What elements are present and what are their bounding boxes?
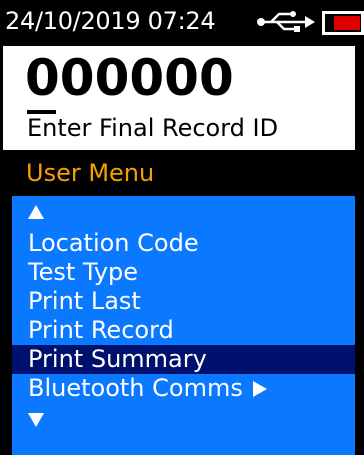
record-id-entry[interactable]: 000000 Enter Final Record ID <box>3 46 355 150</box>
menu-title: User Menu <box>26 159 155 187</box>
menu-item-label: Bluetooth Comms <box>28 374 243 402</box>
usb-icon <box>257 11 315 32</box>
menu-list: Location Code Test Type Print Last Print… <box>12 196 355 455</box>
record-id-value[interactable]: 000000 <box>25 49 234 107</box>
menu-item-test-type[interactable]: Test Type <box>12 258 355 287</box>
battery-icon <box>322 11 364 35</box>
menu-item-label: Test Type <box>28 258 139 286</box>
menu-item-print-last[interactable]: Print Last <box>12 287 355 316</box>
scroll-down-button[interactable] <box>12 405 355 434</box>
menu-item-bluetooth-comms[interactable]: Bluetooth Comms <box>12 374 355 403</box>
menu-item-location-code[interactable]: Location Code <box>12 229 355 258</box>
arrow-up-icon <box>28 205 44 219</box>
status-bar: 24/10/2019 07:24 <box>0 0 364 46</box>
status-datetime: 24/10/2019 07:24 <box>5 7 216 35</box>
menu-item-label: Print Record <box>28 316 174 344</box>
scroll-up-button[interactable] <box>12 198 355 227</box>
arrow-right-icon <box>253 381 267 397</box>
menu-header: User Menu <box>0 150 364 196</box>
arrow-down-icon <box>28 413 44 427</box>
entry-prompt: Enter Final Record ID <box>27 114 279 142</box>
menu-item-label: Location Code <box>28 229 199 257</box>
menu-item-label: Print Summary <box>28 345 207 373</box>
menu-item-print-record[interactable]: Print Record <box>12 316 355 345</box>
menu-item-print-summary[interactable]: Print Summary <box>12 345 355 374</box>
device-screen: 24/10/2019 07:24 000000 Enter Final Reco… <box>0 0 364 455</box>
menu-item-label: Print Last <box>28 287 141 315</box>
